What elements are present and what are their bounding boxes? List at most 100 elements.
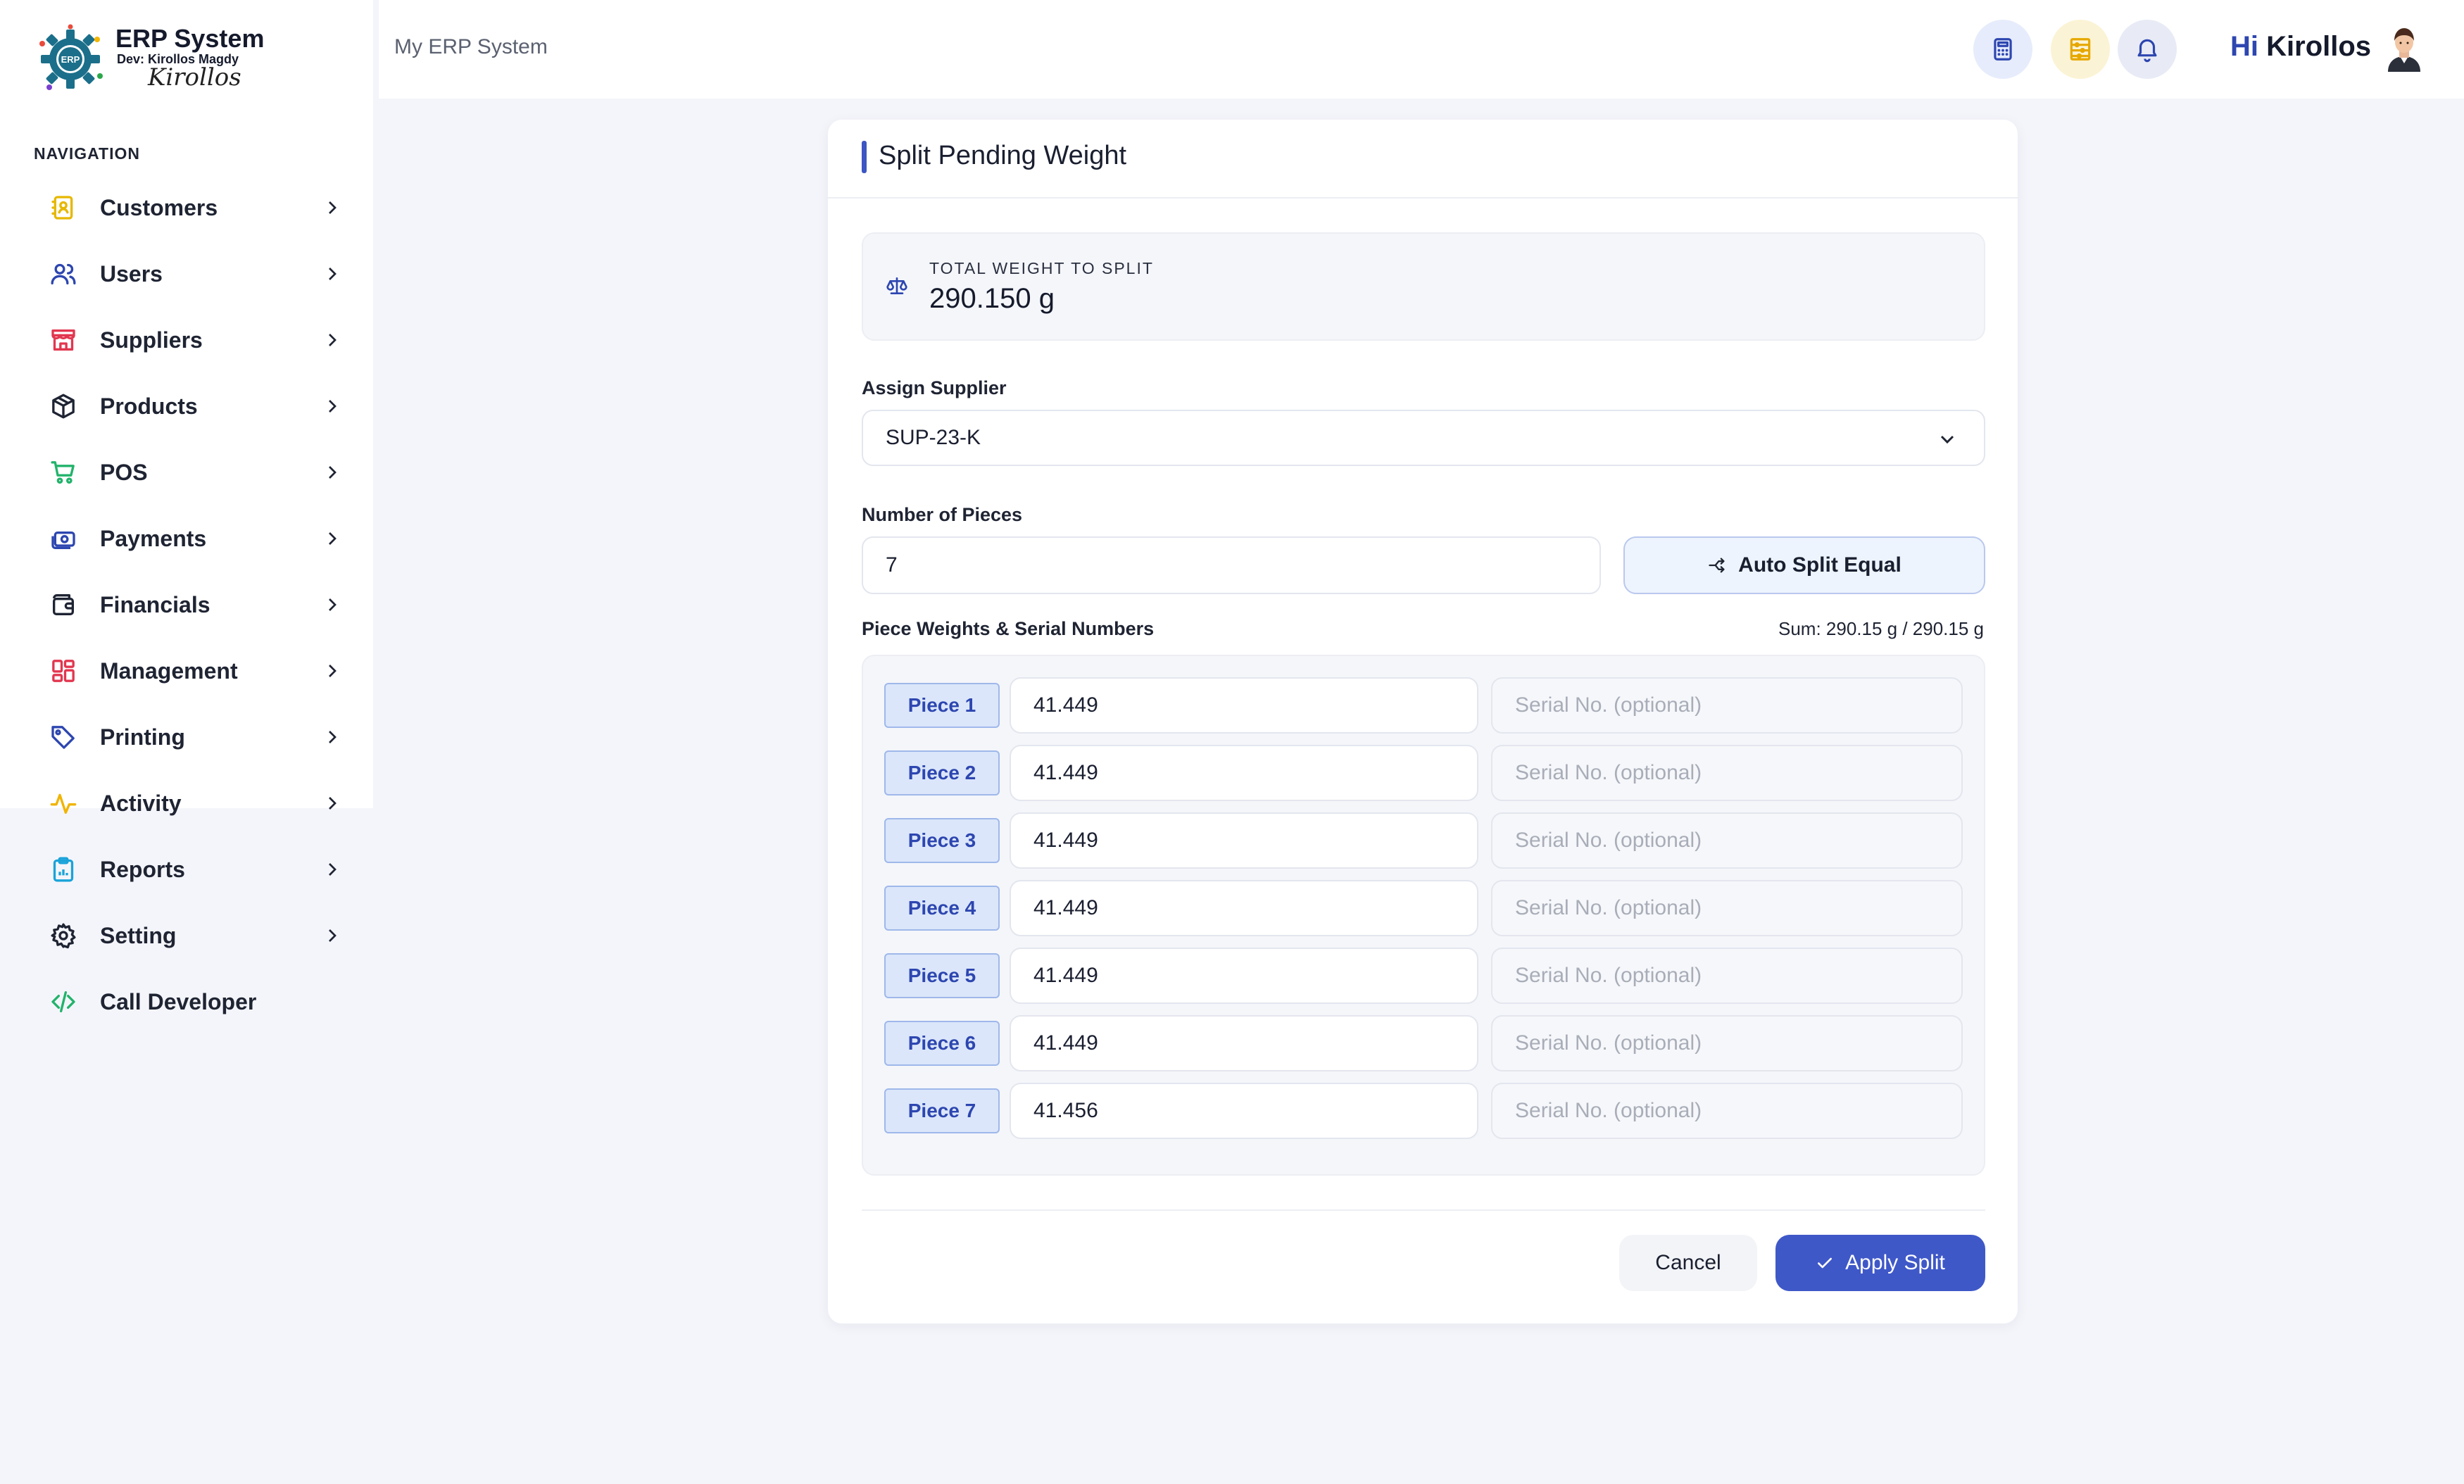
chevron-right-icon <box>321 593 344 616</box>
chevron-right-icon <box>321 527 344 550</box>
piece-label: Piece 7 <box>884 1088 1000 1133</box>
sidebar-item-label: Users <box>100 260 163 287</box>
total-weight-box: TOTAL WEIGHT TO SPLIT 290.150 g <box>862 232 1985 341</box>
wallet-icon <box>48 589 79 620</box>
cart-icon <box>48 457 79 488</box>
sidebar-item-suppliers[interactable]: Suppliers <box>34 307 344 373</box>
piece-row: Piece 1 <box>884 677 1964 734</box>
chevron-right-icon <box>321 329 344 351</box>
piece-weight-input[interactable] <box>1010 677 1478 734</box>
sidebar-item-label: Activity <box>100 790 182 816</box>
sidebar-item-call-developer[interactable]: Call Developer <box>34 969 344 1035</box>
supplier-select[interactable]: SUP-23-K <box>862 410 1985 466</box>
piece-label: Piece 4 <box>884 886 1000 931</box>
piece-serial-input[interactable] <box>1491 880 1963 936</box>
chevron-right-icon <box>321 395 344 417</box>
piece-row: Piece 4 <box>884 880 1964 936</box>
piece-serial-input[interactable] <box>1491 677 1963 734</box>
top-bar: My ERP System Hi Kirollos <box>379 0 2464 99</box>
app-title: ERP System <box>115 24 265 53</box>
piece-label: Piece 2 <box>884 750 1000 796</box>
sidebar-item-products[interactable]: Products <box>34 373 344 439</box>
chevron-right-icon <box>321 263 344 285</box>
abacus-icon <box>2070 38 2091 61</box>
chevron-right-icon <box>321 858 344 881</box>
chevron-right-icon <box>321 461 344 484</box>
piece-weight-input[interactable] <box>1010 1083 1478 1139</box>
auto-split-label: Auto Split Equal <box>1738 553 1902 577</box>
piece-row: Piece 6 <box>884 1015 1964 1071</box>
piece-serial-input[interactable] <box>1491 1015 1963 1071</box>
sidebar-item-financials[interactable]: Financials <box>34 572 344 638</box>
sidebar-item-label: Setting <box>100 922 177 948</box>
sidebar-item-users[interactable]: Users <box>34 241 344 307</box>
sidebar-item-label: Call Developer <box>100 988 257 1014</box>
pieces-section-label: Piece Weights & Serial Numbers <box>862 618 1155 639</box>
piece-label: Piece 5 <box>884 953 1000 998</box>
sidebar-item-label: Reports <box>100 856 185 882</box>
dashboard-icon <box>48 655 79 686</box>
user-greeting[interactable]: Hi Kirollos <box>2230 31 2371 63</box>
erp-gear-logo-icon: ERP <box>39 24 103 90</box>
tag-icon <box>48 722 79 753</box>
pulse-icon <box>48 788 79 819</box>
sidebar-item-printing[interactable]: Printing <box>34 704 344 770</box>
piece-weight-input[interactable] <box>1010 745 1478 801</box>
chevron-down-icon <box>1940 435 1954 444</box>
notifications-button[interactable] <box>2118 20 2177 79</box>
piece-label: Piece 3 <box>884 818 1000 863</box>
calculator-button[interactable] <box>1973 20 2032 79</box>
chevron-right-icon <box>321 924 344 947</box>
piece-label: Piece 1 <box>884 683 1000 728</box>
piece-serial-input[interactable] <box>1491 1083 1963 1139</box>
piece-weight-input[interactable] <box>1010 1015 1478 1071</box>
gear-icon <box>48 920 79 951</box>
brand[interactable]: ERP ERP System Dev: Kirollos Magdy Kirol… <box>35 21 345 99</box>
calculator-icon <box>1994 38 2012 61</box>
sidebar-item-activity[interactable]: Activity <box>34 770 344 836</box>
piece-row: Piece 5 <box>884 948 1964 1004</box>
scale-icon <box>886 277 907 294</box>
piece-serial-input[interactable] <box>1491 812 1963 869</box>
sidebar-item-management[interactable]: Management <box>34 638 344 704</box>
sum-indicator: Sum: 290.15 g / 290.15 g <box>1778 618 1984 639</box>
users-icon <box>48 258 79 289</box>
total-weight-value: 290.150 g <box>929 283 1055 314</box>
auto-split-equal-button[interactable]: Auto Split Equal <box>1623 536 1985 594</box>
logo-text: ERP <box>61 54 80 65</box>
sidebar-item-reports[interactable]: Reports <box>34 836 344 903</box>
sidebar-item-label: Payments <box>100 525 207 551</box>
sidebar: ERP ERP System Dev: Kirollos Magdy Kirol… <box>0 0 373 1014</box>
sidebar-item-customers[interactable]: Customers <box>34 175 344 241</box>
nav-list: Customers Users Suppliers Products POS P… <box>34 175 344 1035</box>
code-icon <box>48 986 79 1017</box>
chevron-right-icon <box>321 726 344 748</box>
greeting-hi: Hi <box>2230 31 2258 62</box>
card-title: Split Pending Weight <box>879 141 1127 170</box>
sidebar-item-label: Financials <box>100 591 210 617</box>
supplier-select-value: SUP-23-K <box>886 426 981 449</box>
sidebar-item-setting[interactable]: Setting <box>34 903 344 969</box>
piece-weight-input[interactable] <box>1010 948 1478 1004</box>
breadcrumb[interactable]: My ERP System <box>394 35 548 59</box>
sidebar-item-label: POS <box>100 459 148 485</box>
piece-weight-input[interactable] <box>1010 812 1478 869</box>
piece-row: Piece 3 <box>884 812 1964 869</box>
pieces-count-input[interactable] <box>862 536 1601 594</box>
piece-serial-input[interactable] <box>1491 948 1963 1004</box>
apply-split-button[interactable]: Apply Split <box>1775 1235 1985 1291</box>
cancel-button[interactable]: Cancel <box>1619 1235 1757 1291</box>
sidebar-item-label: Printing <box>100 724 185 750</box>
developer-signature: Kirollos <box>148 63 241 92</box>
clipboard-chart-icon <box>48 854 79 885</box>
piece-weight-input[interactable] <box>1010 880 1478 936</box>
chevron-right-icon <box>321 792 344 815</box>
sidebar-item-pos[interactable]: POS <box>34 439 344 505</box>
greeting-name: Kirollos <box>2266 31 2372 62</box>
sidebar-item-label: Suppliers <box>100 327 203 353</box>
piece-serial-input[interactable] <box>1491 745 1963 801</box>
avatar[interactable] <box>2382 25 2426 73</box>
sidebar-item-payments[interactable]: Payments <box>34 505 344 572</box>
store-icon <box>48 325 79 356</box>
abacus-button[interactable] <box>2051 20 2110 79</box>
